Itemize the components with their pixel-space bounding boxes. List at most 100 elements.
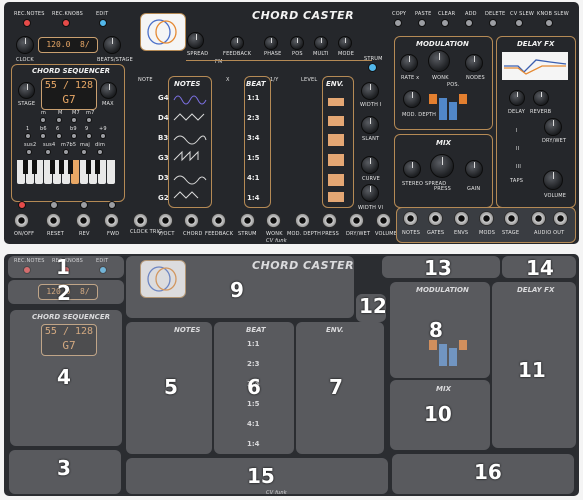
- copy-button[interactable]: [394, 19, 402, 27]
- annotation-number: 11: [518, 358, 546, 382]
- rec-notes-button[interactable]: [23, 19, 31, 27]
- gain-knob[interactable]: [465, 160, 483, 178]
- spread-knob[interactable]: [187, 32, 204, 49]
- chord-type-button[interactable]: [40, 117, 46, 123]
- delay-label: DELAY: [508, 109, 525, 115]
- press-jack[interactable]: [322, 213, 337, 228]
- volume-label: VOLUME: [544, 193, 567, 199]
- phase-knob[interactable]: [264, 36, 278, 50]
- press-knob[interactable]: [430, 154, 454, 178]
- quality-button[interactable]: [81, 149, 87, 155]
- rate-knob[interactable]: [400, 54, 418, 72]
- mods-out-jack[interactable]: [479, 211, 494, 226]
- beats-stage-label: BEATS/STAGE: [97, 57, 133, 63]
- max-knob[interactable]: [100, 82, 117, 99]
- mod-depth-knob[interactable]: [403, 90, 421, 108]
- quality-button[interactable]: [97, 149, 103, 155]
- dry-wet-knob[interactable]: [544, 118, 562, 136]
- reverb-knob[interactable]: [533, 90, 549, 106]
- cv-slew-button[interactable]: [515, 19, 523, 27]
- strum-jack[interactable]: [240, 213, 255, 228]
- knob-slew-button[interactable]: [545, 19, 553, 27]
- paste-button[interactable]: [418, 19, 426, 27]
- envs-out-jack[interactable]: [454, 211, 469, 226]
- quality-button[interactable]: [26, 149, 32, 155]
- interval-button[interactable]: [40, 133, 46, 139]
- fwd-jack[interactable]: [104, 213, 119, 228]
- interval-button[interactable]: [25, 133, 31, 139]
- stage-knob[interactable]: [18, 82, 35, 99]
- clear-button[interactable]: [441, 19, 449, 27]
- tap-option[interactable]: III: [516, 164, 521, 170]
- beats-stage-knob[interactable]: [103, 36, 121, 54]
- clock-trig-jack[interactable]: [133, 213, 148, 228]
- on-off-jack[interactable]: [14, 213, 29, 228]
- tap-option[interactable]: I: [516, 128, 518, 134]
- interval-button[interactable]: [100, 133, 106, 139]
- rev-jack[interactable]: [76, 213, 91, 228]
- interval-button[interactable]: [71, 133, 77, 139]
- nodes-knob[interactable]: [465, 54, 483, 72]
- mode-knob[interactable]: [338, 36, 352, 50]
- add-button[interactable]: [465, 19, 473, 27]
- note-label: NOTE: [138, 77, 153, 83]
- stage-label: STAGE: [18, 101, 36, 107]
- notes-out-jack[interactable]: [403, 211, 418, 226]
- pos-knob[interactable]: [290, 36, 304, 50]
- chord-type-button[interactable]: [86, 117, 92, 123]
- chord-jack[interactable]: [184, 213, 199, 228]
- stage-out-jack[interactable]: [504, 211, 519, 226]
- stage-out-label: STAGE: [502, 230, 520, 236]
- feedback-jack[interactable]: [211, 213, 226, 228]
- quality-button[interactable]: [63, 149, 69, 155]
- wonk-jack[interactable]: [266, 213, 281, 228]
- delete-button[interactable]: [489, 19, 497, 27]
- volume-jack[interactable]: [376, 213, 391, 228]
- interval-button[interactable]: [56, 133, 62, 139]
- gates-out-jack[interactable]: [428, 211, 443, 226]
- multi-knob[interactable]: [314, 36, 328, 50]
- chord-type-button[interactable]: [71, 117, 77, 123]
- reset-jack[interactable]: [46, 213, 61, 228]
- chord-btn-label: M: [58, 110, 63, 116]
- wonk-knob[interactable]: [428, 50, 450, 72]
- dry-wet-jack[interactable]: [349, 213, 364, 228]
- interval-button[interactable]: [86, 133, 92, 139]
- v-oct-jack[interactable]: [158, 213, 173, 228]
- rec-knobs-button[interactable]: [62, 19, 70, 27]
- audio-out-right-jack[interactable]: [553, 211, 568, 226]
- width-vi-knob[interactable]: [361, 184, 379, 202]
- on-off-label: ON/OFF: [14, 231, 35, 237]
- dry-wet-label: DRY/WET: [542, 138, 567, 144]
- tempo-display[interactable]: 120.0 8/: [38, 37, 98, 53]
- stereo-spread-knob[interactable]: [403, 160, 421, 178]
- beat-ratio: 1:1: [247, 94, 260, 102]
- tap-option[interactable]: II: [516, 146, 519, 152]
- annotation-number: 4: [57, 365, 71, 389]
- quality-label: maj: [80, 142, 90, 148]
- quality-button[interactable]: [45, 149, 51, 155]
- annotation-number: 13: [424, 256, 452, 280]
- clock-knob[interactable]: [16, 36, 34, 54]
- delay-knob[interactable]: [509, 90, 525, 106]
- edit-button[interactable]: [99, 19, 107, 27]
- feedback-knob[interactable]: [230, 36, 244, 50]
- curve-knob[interactable]: [361, 156, 379, 174]
- note-value: G2: [158, 194, 169, 202]
- module-panel-clean: REC.NOTES REC.KNOBS EDIT CLOCK 120.0 8/ …: [4, 2, 579, 244]
- volume-knob[interactable]: [543, 170, 563, 190]
- cv-slew-label: CV SLEW: [510, 11, 534, 17]
- on-off-button[interactable]: [18, 201, 26, 209]
- notes-title: NOTES: [174, 80, 201, 88]
- mod-depth-jack[interactable]: [295, 213, 310, 228]
- app-title: CHORD CASTER: [252, 9, 355, 22]
- fwd-button[interactable]: [108, 201, 116, 209]
- width-i-knob[interactable]: [361, 82, 379, 100]
- audio-out-left-jack[interactable]: [531, 211, 546, 226]
- rev-button[interactable]: [80, 201, 88, 209]
- env-title: ENV.: [326, 80, 344, 88]
- reset-button[interactable]: [50, 201, 58, 209]
- chord-type-button[interactable]: [56, 117, 62, 123]
- slant-knob[interactable]: [361, 116, 379, 134]
- strum-button[interactable]: [368, 63, 377, 72]
